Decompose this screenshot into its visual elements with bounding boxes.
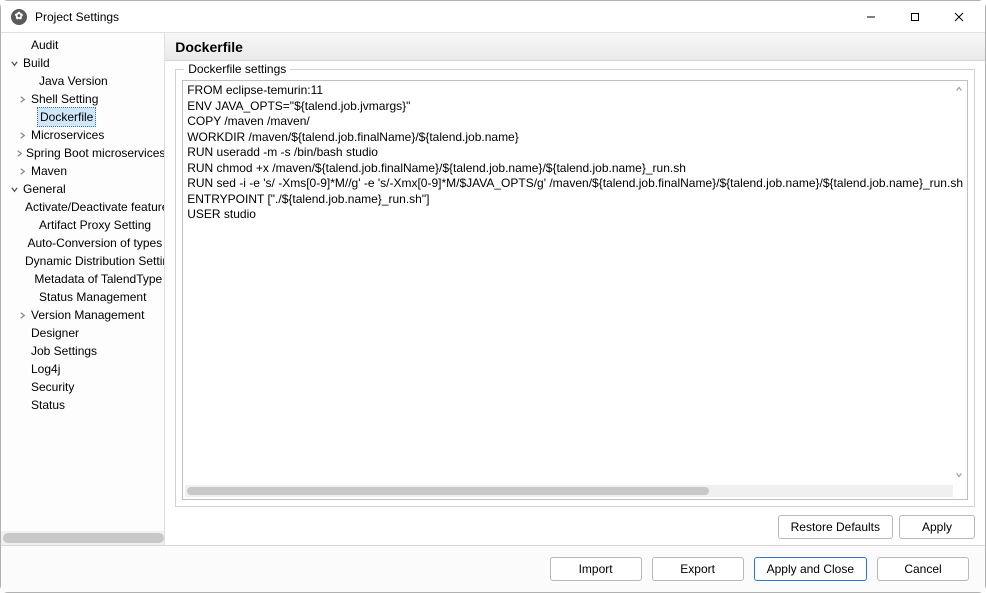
dockerfile-settings-group: Dockerfile settings FROM eclipse-temurin… bbox=[175, 69, 975, 507]
tree-item-status-mgmt[interactable]: Status Management bbox=[1, 288, 164, 306]
minimize-button[interactable] bbox=[849, 2, 893, 32]
main-panel: Dockerfile Dockerfile settings FROM ecli… bbox=[165, 33, 985, 545]
chevron-right-icon bbox=[15, 131, 29, 140]
tree-item-metadata[interactable]: Metadata of TalendType bbox=[1, 270, 164, 288]
chevron-right-icon bbox=[15, 95, 29, 104]
chevron-right-icon bbox=[15, 311, 29, 320]
group-legend: Dockerfile settings bbox=[184, 62, 290, 76]
tree-item-java-version[interactable]: Java Version bbox=[1, 72, 164, 90]
textarea-vscroll[interactable] bbox=[953, 83, 965, 481]
chevron-down-icon bbox=[7, 185, 21, 194]
dialog-footer: Import Export Apply and Close Cancel bbox=[1, 545, 985, 592]
tree-item-artifact-proxy[interactable]: Artifact Proxy Setting bbox=[1, 216, 164, 234]
page-title: Dockerfile bbox=[165, 33, 985, 61]
tree-item-maven[interactable]: Maven bbox=[1, 162, 164, 180]
tree-item-activate[interactable]: Activate/Deactivate features bbox=[1, 198, 164, 216]
tree-item-dynamic-dist[interactable]: Dynamic Distribution Settings bbox=[1, 252, 164, 270]
tree-item-designer[interactable]: Designer bbox=[1, 324, 164, 342]
tree-item-log4j[interactable]: Log4j bbox=[1, 360, 164, 378]
tree-item-auto-conversion[interactable]: Auto-Conversion of types bbox=[1, 234, 164, 252]
sidebar-scrollbar[interactable] bbox=[1, 531, 164, 545]
import-button[interactable]: Import bbox=[550, 557, 642, 581]
textarea-hscroll[interactable] bbox=[185, 485, 953, 497]
app-icon: ✿ bbox=[11, 9, 27, 25]
tree-item-general[interactable]: General bbox=[1, 180, 164, 198]
settings-tree: Audit Build Java Version Shell Setting D… bbox=[1, 36, 164, 414]
apply-button[interactable]: Apply bbox=[899, 515, 975, 539]
sidebar: Audit Build Java Version Shell Setting D… bbox=[1, 33, 165, 545]
tree-item-microservices[interactable]: Microservices bbox=[1, 126, 164, 144]
tree-item-build[interactable]: Build bbox=[1, 54, 164, 72]
tree-item-audit[interactable]: Audit bbox=[1, 36, 164, 54]
restore-defaults-button[interactable]: Restore Defaults bbox=[778, 515, 893, 539]
scroll-up-icon bbox=[953, 83, 965, 95]
chevron-down-icon bbox=[7, 59, 21, 68]
maximize-button[interactable] bbox=[893, 2, 937, 32]
tree-item-status[interactable]: Status bbox=[1, 396, 164, 414]
titlebar: ✿ Project Settings bbox=[1, 1, 985, 33]
dockerfile-textarea[interactable]: FROM eclipse-temurin:11 ENV JAVA_OPTS="$… bbox=[182, 80, 968, 500]
tree-item-job-settings[interactable]: Job Settings bbox=[1, 342, 164, 360]
chevron-right-icon bbox=[15, 167, 29, 176]
tree-item-shell-setting[interactable]: Shell Setting bbox=[1, 90, 164, 108]
tree-item-spring-boot[interactable]: Spring Boot microservices (Deprecated) bbox=[1, 144, 164, 162]
close-button[interactable] bbox=[937, 2, 981, 32]
apply-and-close-button[interactable]: Apply and Close bbox=[754, 557, 867, 581]
dockerfile-content[interactable]: FROM eclipse-temurin:11 ENV JAVA_OPTS="$… bbox=[183, 81, 967, 225]
tree-item-dockerfile[interactable]: Dockerfile bbox=[1, 108, 164, 126]
export-button[interactable]: Export bbox=[652, 557, 744, 581]
tree-item-security[interactable]: Security bbox=[1, 378, 164, 396]
tree-item-version-mgmt[interactable]: Version Management bbox=[1, 306, 164, 324]
scroll-down-icon bbox=[953, 469, 965, 481]
cancel-button[interactable]: Cancel bbox=[877, 557, 969, 581]
chevron-right-icon bbox=[15, 149, 24, 158]
window-title: Project Settings bbox=[35, 10, 849, 24]
